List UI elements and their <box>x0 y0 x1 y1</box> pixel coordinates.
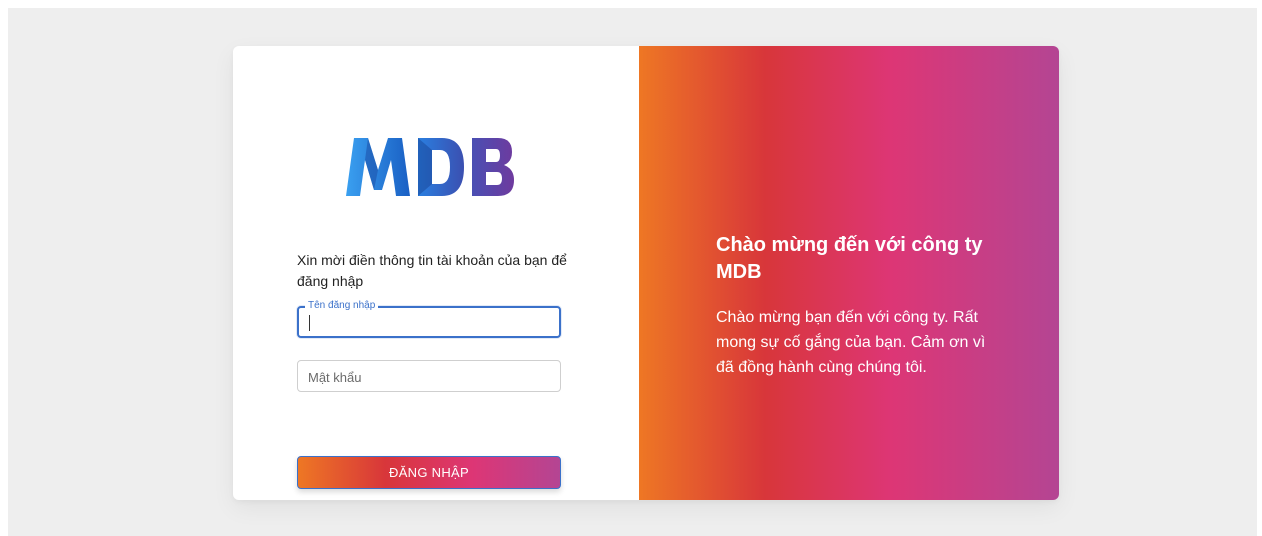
login-form-pane: Xin mời điền thông tin tài khoản của bạn… <box>233 46 639 500</box>
username-label: Tên đăng nhập <box>305 299 379 313</box>
username-input[interactable] <box>307 314 547 332</box>
welcome-title: Chào mừng đến với công ty MDB <box>716 234 983 283</box>
welcome-pane: Chào mừng đến với công ty MDB Chào mừng … <box>639 46 1059 500</box>
mdb-logo <box>346 138 514 196</box>
login-card: Xin mời điền thông tin tài khoản của bạn… <box>233 46 1059 500</box>
password-input[interactable] <box>308 368 548 386</box>
login-instructions: Xin mời điền thông tin tài khoản của bạn… <box>297 252 567 289</box>
welcome-text: Chào mừng bạn đến với công ty. Rất mong … <box>716 309 986 376</box>
username-field[interactable]: Tên đăng nhập <box>297 299 561 338</box>
password-field[interactable] <box>297 360 561 392</box>
login-button[interactable]: ĐĂNG NHẬP <box>297 456 561 489</box>
